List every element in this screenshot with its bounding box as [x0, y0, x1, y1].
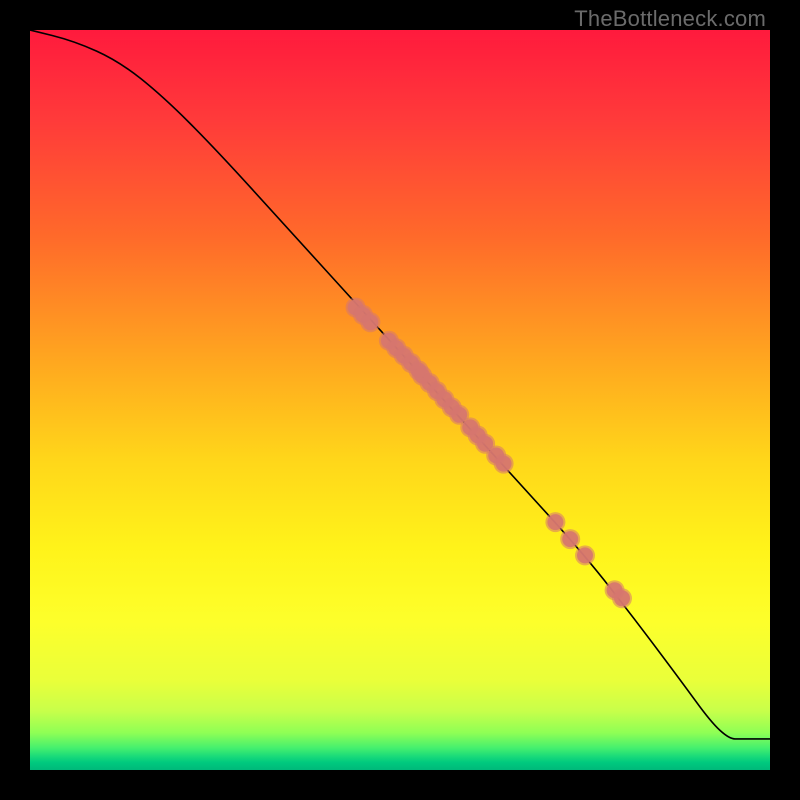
watermark-text: TheBottleneck.com — [574, 6, 766, 32]
chart-overlay — [30, 30, 770, 770]
marker-group — [346, 298, 632, 609]
data-point — [614, 590, 630, 606]
data-point — [577, 547, 593, 563]
data-point — [496, 456, 512, 472]
data-point — [562, 531, 578, 547]
data-point — [362, 314, 378, 330]
data-point — [547, 514, 563, 530]
chart-frame: TheBottleneck.com — [0, 0, 800, 800]
plot-area — [30, 30, 770, 770]
main-curve — [30, 30, 770, 739]
